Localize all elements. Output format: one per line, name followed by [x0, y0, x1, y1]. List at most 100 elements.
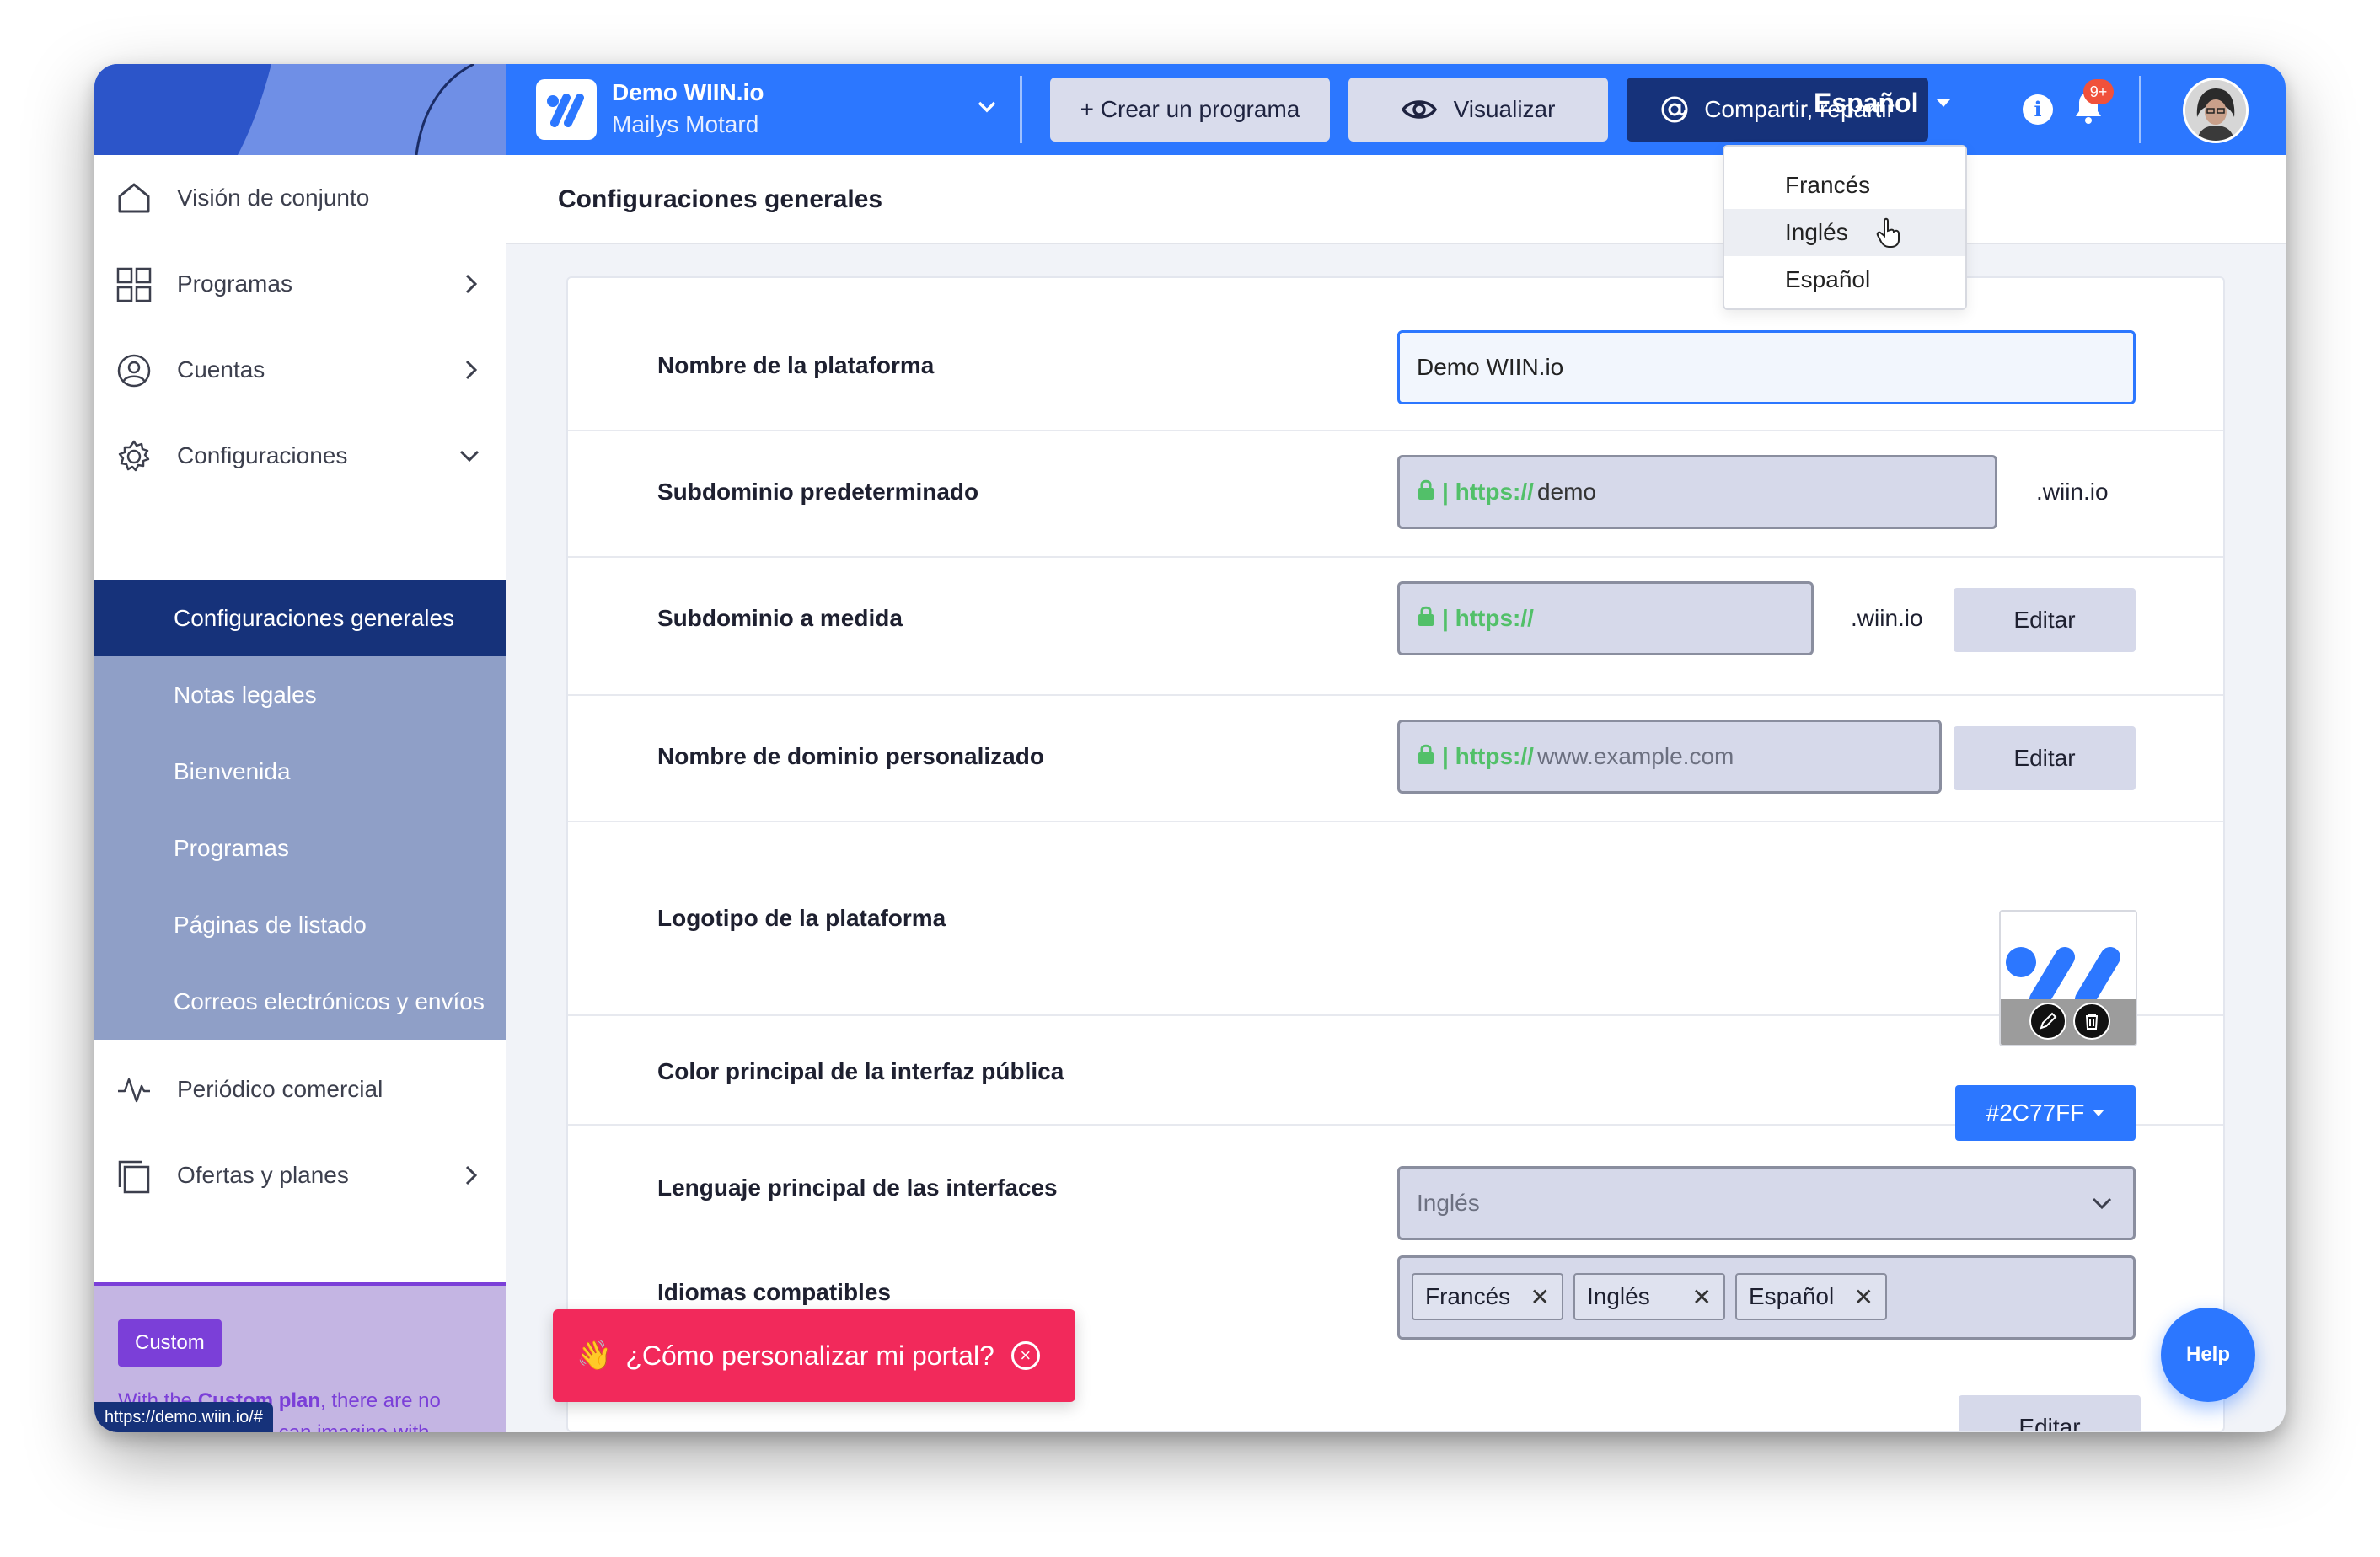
info-icon[interactable]: i — [2023, 94, 2053, 125]
preview-label: Visualizar — [1453, 96, 1556, 122]
language-menu: Francés Inglés Español — [1723, 145, 1967, 310]
grid-icon — [116, 267, 152, 307]
sidebar-item-accounts[interactable]: Cuentas — [94, 327, 506, 413]
sidebar-item-overview[interactable]: Visión de conjunto — [94, 155, 506, 241]
status-url: https://demo.wiin.io/# — [94, 1402, 273, 1432]
platform-switcher[interactable]: Demo WIIN.io Mailys Motard — [536, 74, 1025, 145]
create-program-button[interactable]: + Crear un programa — [1050, 78, 1330, 142]
app-window: Demo WIIN.io Mailys Motard + Crear un pr… — [94, 64, 2286, 1432]
waving-hand-icon: 👋 — [576, 1340, 613, 1372]
close-icon[interactable]: × — [1010, 1341, 1040, 1370]
caret-down-icon — [2093, 1110, 2105, 1116]
home-icon — [116, 181, 152, 219]
copy-icon — [116, 1158, 152, 1198]
activity-icon — [116, 1073, 152, 1110]
custom-subdomain-input[interactable]: | https:// — [1397, 581, 1814, 655]
custom-domain-label: Nombre de dominio personalizado — [657, 743, 1044, 769]
sidebar-item-label: Cuentas — [177, 356, 265, 383]
avatar[interactable] — [2183, 78, 2249, 143]
sidebar-item-label: Ofertas y planes — [177, 1162, 349, 1188]
user-circle-icon — [116, 353, 152, 393]
chevron-right-icon — [460, 271, 482, 301]
eye-icon — [1401, 98, 1437, 121]
submenu-welcome[interactable]: Bienvenida — [94, 733, 506, 810]
edit-custom-domain-button[interactable]: Editar — [1954, 726, 2136, 790]
sidebar-item-commercial-journal[interactable]: Periódico comercial — [94, 1046, 506, 1132]
lock-icon — [1417, 479, 1435, 506]
submenu-legal-notes[interactable]: Notas legales — [94, 656, 506, 733]
brand-decoration — [94, 64, 506, 155]
color-picker-button[interactable]: #2C77FF — [1955, 1085, 2136, 1141]
plan-tag[interactable]: Custom — [118, 1319, 222, 1367]
language-option-es[interactable]: Español — [1724, 256, 1965, 303]
language-tag: Español ✕ — [1735, 1273, 1887, 1320]
chevron-down-icon — [2089, 1192, 2115, 1220]
remove-tag-icon[interactable]: ✕ — [1854, 1283, 1873, 1311]
custom-domain-input[interactable]: | https:// www.example.com — [1397, 720, 1942, 794]
submenu-programs[interactable]: Programas — [94, 810, 506, 886]
platform-logo — [536, 79, 597, 140]
default-subdomain-input[interactable]: | https:// demo — [1397, 455, 1997, 529]
remove-tag-icon[interactable]: ✕ — [1692, 1283, 1712, 1311]
hand-pointer-icon — [1876, 217, 1901, 248]
row-default-subdomain: Subdominio predeterminado | https:// dem… — [568, 431, 2223, 558]
remove-tag-icon[interactable]: ✕ — [1530, 1283, 1550, 1311]
platform-name: Demo WIIN.io — [612, 79, 764, 105]
language-label: Español — [1814, 88, 1919, 118]
notification-badge: 9+ — [2083, 79, 2114, 104]
submenu-emails[interactable]: Correos electrónicos y envíos — [94, 963, 506, 1040]
logo-label: Logotipo de la plataforma — [657, 905, 946, 931]
custom-domain-placeholder: www.example.com — [1536, 743, 1734, 769]
default-subdomain-suffix: .wiin.io — [2036, 479, 2109, 505]
row-platform-logo: Logotipo de la plataforma — [568, 822, 2223, 1016]
default-subdomain-value: demo — [1536, 479, 1596, 505]
platform-name-input[interactable]: Demo WIIN.io — [1397, 330, 2136, 404]
settings-submenu: Configuraciones generales Notas legales … — [94, 580, 506, 1040]
main-language-label: Lenguaje principal de las interfaces — [657, 1174, 1058, 1201]
submenu-general-settings[interactable]: Configuraciones generales — [94, 580, 506, 656]
custom-subdomain-label: Subdominio a medida — [657, 605, 903, 631]
user-name: Mailys Motard — [612, 111, 759, 137]
page-title: Configuraciones generales — [558, 185, 883, 213]
row-platform-name: Nombre de la plataforma Demo WIIN.io — [568, 278, 2223, 431]
sidebar-item-settings[interactable]: Configuraciones — [94, 413, 506, 499]
language-dropdown-toggle[interactable]: Español — [1814, 88, 1951, 119]
top-bar: Demo WIIN.io Mailys Motard + Crear un pr… — [94, 64, 2286, 155]
divider — [2139, 76, 2141, 143]
language-tag: Inglés ✕ — [1573, 1273, 1725, 1320]
edit-languages-button[interactable]: Editar — [1959, 1395, 2141, 1431]
preview-button[interactable]: Visualizar — [1348, 78, 1608, 142]
language-option-en-label: Inglés — [1785, 219, 1848, 245]
supported-languages-input[interactable]: Francés ✕ Inglés ✕ Español ✕ — [1397, 1255, 2136, 1340]
sidebar-item-label: Programas — [177, 270, 292, 297]
toast-text: ¿Cómo personalizar mi portal? — [625, 1340, 994, 1371]
gear-icon — [116, 439, 152, 479]
page-header: Configuraciones generales — [506, 155, 2286, 244]
chevron-right-icon — [460, 357, 482, 387]
default-subdomain-label: Subdominio predeterminado — [657, 479, 979, 505]
platform-logo-image — [2006, 947, 2120, 1004]
sidebar-item-offers-plans[interactable]: Ofertas y planes — [94, 1132, 506, 1218]
help-button[interactable]: Help — [2161, 1308, 2255, 1402]
sidebar-item-label: Configuraciones — [177, 442, 348, 468]
sidebar-item-programs[interactable]: Programas — [94, 241, 506, 327]
main-language-select[interactable]: Inglés — [1397, 1166, 2136, 1240]
color-label: Color principal de la interfaz pública — [657, 1058, 1064, 1084]
chevron-down-icon — [457, 445, 482, 471]
edit-custom-subdomain-button[interactable]: Editar — [1954, 588, 2136, 652]
customize-portal-toast[interactable]: 👋 ¿Cómo personalizar mi portal? × — [553, 1309, 1075, 1402]
language-option-fr[interactable]: Francés — [1724, 162, 1965, 209]
lock-icon — [1417, 743, 1435, 771]
color-value: #2C77FF — [1986, 1100, 2085, 1126]
sidebar: Visión de conjunto Programas Cuentas Con… — [94, 155, 506, 1432]
platform-name-label: Nombre de la plataforma — [657, 352, 935, 378]
submenu-listing-pages[interactable]: Páginas de listado — [94, 886, 506, 963]
divider — [1020, 76, 1022, 143]
sidebar-item-label: Visión de conjunto — [177, 185, 370, 211]
settings-panel: Nombre de la plataforma Demo WIIN.io Sub… — [566, 276, 2225, 1432]
sidebar-item-label: Periódico comercial — [177, 1076, 383, 1102]
language-tag: Francés ✕ — [1412, 1273, 1563, 1320]
at-sign-icon — [1660, 95, 1689, 124]
language-option-en[interactable]: Inglés — [1724, 209, 1965, 256]
row-custom-domain: Nombre de dominio personalizado | https:… — [568, 696, 2223, 822]
